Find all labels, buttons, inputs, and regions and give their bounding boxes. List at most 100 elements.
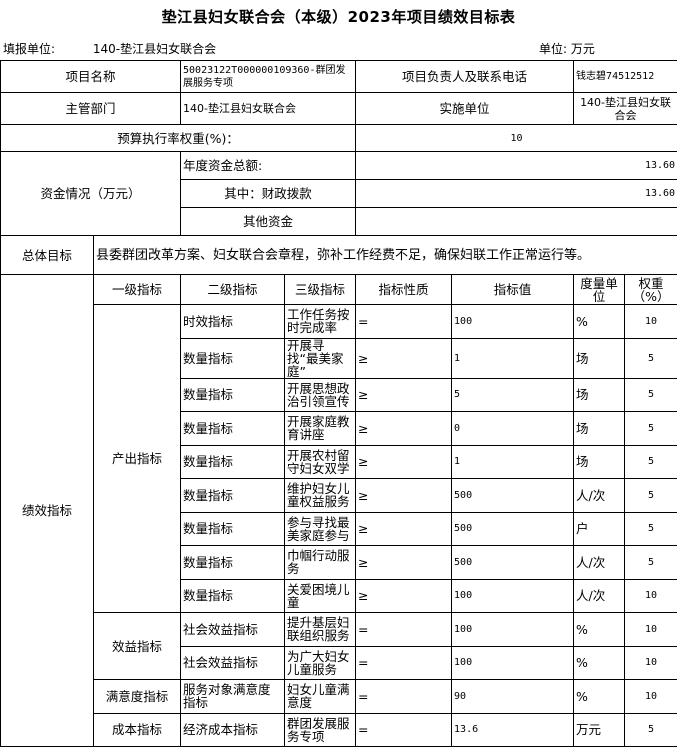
unit-cell: 场 xyxy=(574,412,625,446)
perf-label: 绩效指标 xyxy=(1,275,94,747)
level3-cell: 参与寻找最美家庭参与 xyxy=(285,512,356,546)
weight-cell: 5 xyxy=(625,479,677,513)
nature-cell: ≥ xyxy=(356,412,452,446)
nature-cell: = xyxy=(356,646,452,680)
level2-cell: 数量指标 xyxy=(181,338,285,378)
level1-cell: 满意度指标 xyxy=(94,680,181,714)
filler-label: 填报单位: xyxy=(3,42,55,56)
header-unit: 度量单位 xyxy=(574,275,625,305)
nature-cell: = xyxy=(356,713,452,747)
level2-cell: 数量指标 xyxy=(181,579,285,613)
value-cell: 1 xyxy=(452,338,574,378)
level3-cell: 为广大妇女儿童服务 xyxy=(285,646,356,680)
unit-cell: 场 xyxy=(574,338,625,378)
nature-cell: ≥ xyxy=(356,445,452,479)
value-cell: 0 xyxy=(452,412,574,446)
table-row: 满意度指标服务对象满意度指标妇女儿童满意度=90%10 xyxy=(1,680,677,714)
weight-cell: 10 xyxy=(625,680,677,714)
weight-cell: 10 xyxy=(625,579,677,613)
weight-cell: 5 xyxy=(625,445,677,479)
page-title: 垫江县妇女联合会（本级）2023年项目绩效目标表 xyxy=(0,6,677,27)
level3-cell: 开展思想政治引领宣传 xyxy=(285,378,356,412)
level3-cell: 开展寻找“最美家庭” xyxy=(285,338,356,378)
goal-text: 县委群团改革方案、妇女联合会章程，弥补工作经费不足，确保妇联工作正常运行等。 xyxy=(94,236,677,275)
value-cell: 100 xyxy=(452,613,574,647)
unit-cell: % xyxy=(574,305,625,339)
funding-fiscal-label: 其中：财政拨款 xyxy=(181,180,356,208)
value-cell: 1 xyxy=(452,445,574,479)
performance-table: 项目名称 50023122T000000109360-群团发展服务专项 项目负责… xyxy=(0,60,677,747)
weight-cell: 10 xyxy=(625,646,677,680)
level3-cell: 提升基层妇联组织服务 xyxy=(285,613,356,647)
value-cell: 100 xyxy=(452,305,574,339)
level3-cell: 巾帼行动服务 xyxy=(285,546,356,580)
funding-total-value: 13.60 xyxy=(356,152,677,180)
unit-cell: % xyxy=(574,613,625,647)
level2-cell: 服务对象满意度指标 xyxy=(181,680,285,714)
table-row: 产出指标时效指标工作任务按时完成率=100%10 xyxy=(1,305,677,339)
weight-cell: 10 xyxy=(625,613,677,647)
header-weight: 权重（%） xyxy=(625,275,677,305)
dept-label: 主管部门 xyxy=(1,93,181,125)
funding-fiscal-value: 13.60 xyxy=(356,180,677,208)
project-name-label: 项目名称 xyxy=(1,61,181,93)
value-cell: 500 xyxy=(452,546,574,580)
nature-cell: ≥ xyxy=(356,378,452,412)
level2-cell: 时效指标 xyxy=(181,305,285,339)
level3-cell: 妇女儿童满意度 xyxy=(285,680,356,714)
filler-value: 140-垫江县妇女联合会 xyxy=(93,42,216,56)
level3-cell: 关爱困境儿童 xyxy=(285,579,356,613)
level2-cell: 社会效益指标 xyxy=(181,613,285,647)
project-owner-value: 钱志碧74512512 xyxy=(574,61,677,93)
project-owner-label: 项目负责人及联系电话 xyxy=(356,61,574,93)
weight-value: 10 xyxy=(356,125,677,152)
unit-cell: 人/次 xyxy=(574,579,625,613)
table-row: 效益指标社会效益指标提升基层妇联组织服务=100%10 xyxy=(1,613,677,647)
header-level3: 三级指标 xyxy=(285,275,356,305)
nature-cell: = xyxy=(356,613,452,647)
level2-cell: 经济成本指标 xyxy=(181,713,285,747)
level3-cell: 工作任务按时完成率 xyxy=(285,305,356,339)
weight-cell: 5 xyxy=(625,546,677,580)
unit-cell: 人/次 xyxy=(574,546,625,580)
dept-value: 140-垫江县妇女联合会 xyxy=(181,93,356,125)
level2-cell: 数量指标 xyxy=(181,412,285,446)
level3-cell: 维护妇女儿童权益服务 xyxy=(285,479,356,513)
funding-other-label: 其他资金 xyxy=(181,208,356,236)
value-cell: 100 xyxy=(452,646,574,680)
header-level1: 一级指标 xyxy=(94,275,181,305)
nature-cell: = xyxy=(356,680,452,714)
header-value: 指标值 xyxy=(452,275,574,305)
header-level2: 二级指标 xyxy=(181,275,285,305)
filler-line: 填报单位: 140-垫江县妇女联合会 xyxy=(3,40,216,57)
unit-value: 万元 xyxy=(571,42,595,56)
level2-cell: 社会效益指标 xyxy=(181,646,285,680)
nature-cell: ≥ xyxy=(356,579,452,613)
nature-cell: ≥ xyxy=(356,512,452,546)
unit-cell: % xyxy=(574,680,625,714)
level3-cell: 开展家庭教育讲座 xyxy=(285,412,356,446)
weight-cell: 5 xyxy=(625,713,677,747)
level2-cell: 数量指标 xyxy=(181,378,285,412)
nature-cell: ≥ xyxy=(356,546,452,580)
impl-label: 实施单位 xyxy=(356,93,574,125)
level2-cell: 数量指标 xyxy=(181,546,285,580)
goal-label: 总体目标 xyxy=(1,236,94,275)
table-row: 成本指标经济成本指标群团发展服务专项=13.6万元5 xyxy=(1,713,677,747)
value-cell: 500 xyxy=(452,512,574,546)
level3-cell: 群团发展服务专项 xyxy=(285,713,356,747)
weight-cell: 5 xyxy=(625,338,677,378)
project-name-value: 50023122T000000109360-群团发展服务专项 xyxy=(181,61,356,93)
nature-cell: ≥ xyxy=(356,479,452,513)
unit-cell: 场 xyxy=(574,378,625,412)
weight-cell: 5 xyxy=(625,512,677,546)
unit-cell: 户 xyxy=(574,512,625,546)
value-cell: 500 xyxy=(452,479,574,513)
weight-cell: 5 xyxy=(625,378,677,412)
level1-cell: 产出指标 xyxy=(94,305,181,613)
weight-cell: 5 xyxy=(625,412,677,446)
level1-cell: 成本指标 xyxy=(94,713,181,747)
unit-cell: 万元 xyxy=(574,713,625,747)
level3-cell: 开展农村留守妇女双学 xyxy=(285,445,356,479)
unit-line: 单位: 万元 xyxy=(539,40,595,57)
